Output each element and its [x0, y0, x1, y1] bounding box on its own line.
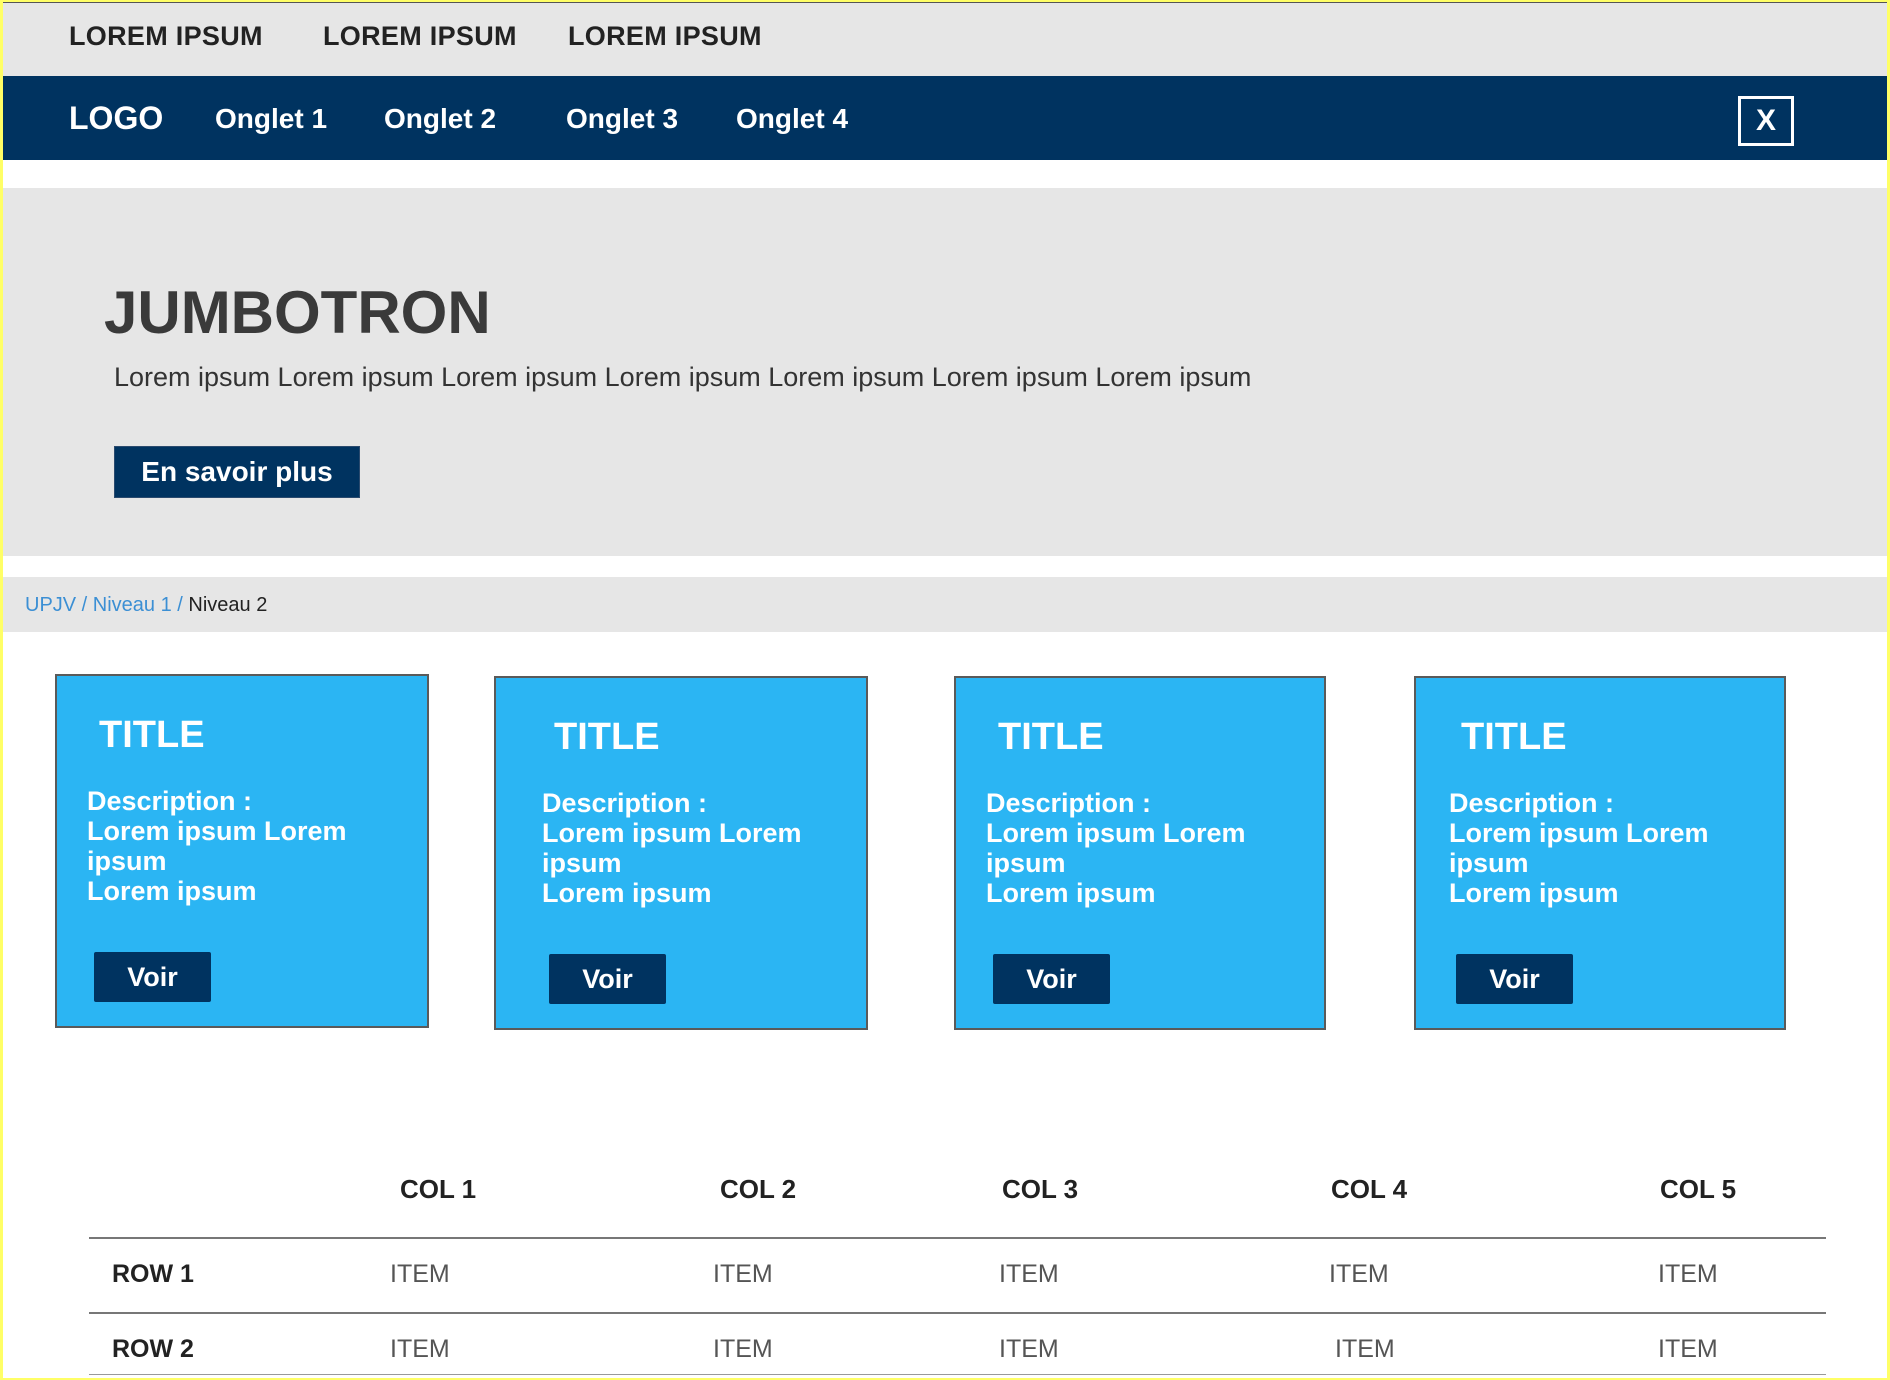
- table-divider: [89, 1237, 1826, 1239]
- table-cell: ITEM: [713, 1335, 773, 1363]
- page: LOREM IPSUM LOREM IPSUM LOREM IPSUM LOGO…: [3, 2, 1887, 1378]
- learn-more-button[interactable]: En savoir plus: [114, 446, 360, 498]
- row-label: ROW 1: [112, 1260, 194, 1288]
- breadcrumb-separator: /: [76, 594, 93, 616]
- table-divider: [89, 1312, 1826, 1314]
- card-description-label: Description :: [1449, 788, 1615, 818]
- close-button[interactable]: X: [1738, 96, 1794, 146]
- card-description-label: Description :: [542, 788, 708, 818]
- card-description-label: Description :: [986, 788, 1152, 818]
- table-header: COL 1: [400, 1174, 477, 1204]
- tab-onglet-4[interactable]: Onglet 4: [736, 103, 848, 135]
- card-4: TITLE Description : Lorem ipsum Lorem ip…: [1414, 676, 1786, 1030]
- table-cell: ITEM: [390, 1260, 450, 1288]
- logo[interactable]: LOGO: [69, 100, 163, 137]
- breadcrumb-item-niveau-1[interactable]: Niveau 1: [93, 594, 172, 616]
- breadcrumb-item-upjv[interactable]: UPJV: [25, 594, 76, 616]
- table-header: COL 4: [1331, 1174, 1408, 1204]
- card-1: TITLE Description : Lorem ipsum Lorem ip…: [55, 674, 429, 1028]
- breadcrumb-current: Niveau 2: [188, 594, 268, 616]
- row-label: ROW 2: [112, 1335, 194, 1363]
- card-title: TITLE: [1461, 716, 1567, 758]
- card-description-label: Description :: [87, 786, 253, 816]
- table-header: COL 5: [1660, 1174, 1737, 1204]
- table-divider: [89, 1374, 1826, 1375]
- table-cell: ITEM: [1658, 1260, 1718, 1288]
- jumbotron: JUMBOTRON Lorem ipsum Lorem ipsum Lorem …: [3, 188, 1887, 556]
- card-description-line: Lorem ipsum Lorem ipsum: [87, 816, 347, 876]
- table-cell: ITEM: [713, 1260, 773, 1288]
- card-2: TITLE Description : Lorem ipsum Lorem ip…: [494, 676, 868, 1030]
- table-header: COL 3: [1002, 1174, 1079, 1204]
- table-cell: ITEM: [390, 1335, 450, 1363]
- top-utility-bar: LOREM IPSUM LOREM IPSUM LOREM IPSUM: [3, 2, 1887, 76]
- card-description-line: Lorem ipsum Lorem ipsum: [986, 818, 1246, 878]
- jumbotron-title: JUMBOTRON: [104, 279, 491, 346]
- card-description-line: Lorem ipsum: [542, 878, 712, 908]
- table-cell: ITEM: [1658, 1335, 1718, 1363]
- main-navigation: LOGO Onglet 1 Onglet 2 Onglet 3 Onglet 4…: [3, 76, 1887, 160]
- table-cell: ITEM: [1335, 1335, 1395, 1363]
- card-view-button[interactable]: Voir: [1456, 954, 1573, 1004]
- jumbotron-text: Lorem ipsum Lorem ipsum Lorem ipsum Lore…: [114, 362, 1252, 392]
- table-cell: ITEM: [999, 1335, 1059, 1363]
- tab-onglet-3[interactable]: Onglet 3: [566, 103, 678, 135]
- card-3: TITLE Description : Lorem ipsum Lorem ip…: [954, 676, 1326, 1030]
- table-cell: ITEM: [999, 1260, 1059, 1288]
- top-link-2[interactable]: LOREM IPSUM: [323, 21, 517, 52]
- top-link-3[interactable]: LOREM IPSUM: [568, 21, 762, 52]
- table-cell: ITEM: [1329, 1260, 1389, 1288]
- breadcrumb-separator: /: [171, 594, 189, 616]
- card-description-line: Lorem ipsum: [986, 878, 1156, 908]
- close-icon: X: [1755, 104, 1776, 137]
- top-link-1[interactable]: LOREM IPSUM: [69, 21, 263, 52]
- card-view-button[interactable]: Voir: [549, 954, 666, 1004]
- card-title: TITLE: [99, 714, 205, 756]
- card-description-line: Lorem ipsum: [1449, 878, 1619, 908]
- card-description-line: Lorem ipsum Lorem ipsum: [542, 818, 802, 878]
- card-description-line: Lorem ipsum Lorem ipsum: [1449, 818, 1709, 878]
- card-description: Description : Lorem ipsum Lorem ipsum Lo…: [542, 788, 862, 908]
- card-description: Description : Lorem ipsum Lorem ipsum Lo…: [1449, 788, 1769, 908]
- card-title: TITLE: [554, 716, 660, 758]
- card-view-button[interactable]: Voir: [94, 952, 211, 1002]
- card-view-button[interactable]: Voir: [993, 954, 1110, 1004]
- tab-onglet-1[interactable]: Onglet 1: [215, 103, 327, 135]
- card-description-line: Lorem ipsum: [87, 876, 257, 906]
- card-title: TITLE: [998, 716, 1104, 758]
- breadcrumb: UPJV / Niveau 1 / Niveau 2: [3, 577, 1887, 632]
- card-description: Description : Lorem ipsum Lorem ipsum Lo…: [986, 788, 1306, 908]
- table-header: COL 2: [720, 1174, 797, 1204]
- card-description: Description : Lorem ipsum Lorem ipsum Lo…: [87, 786, 407, 906]
- tab-onglet-2[interactable]: Onglet 2: [384, 103, 496, 135]
